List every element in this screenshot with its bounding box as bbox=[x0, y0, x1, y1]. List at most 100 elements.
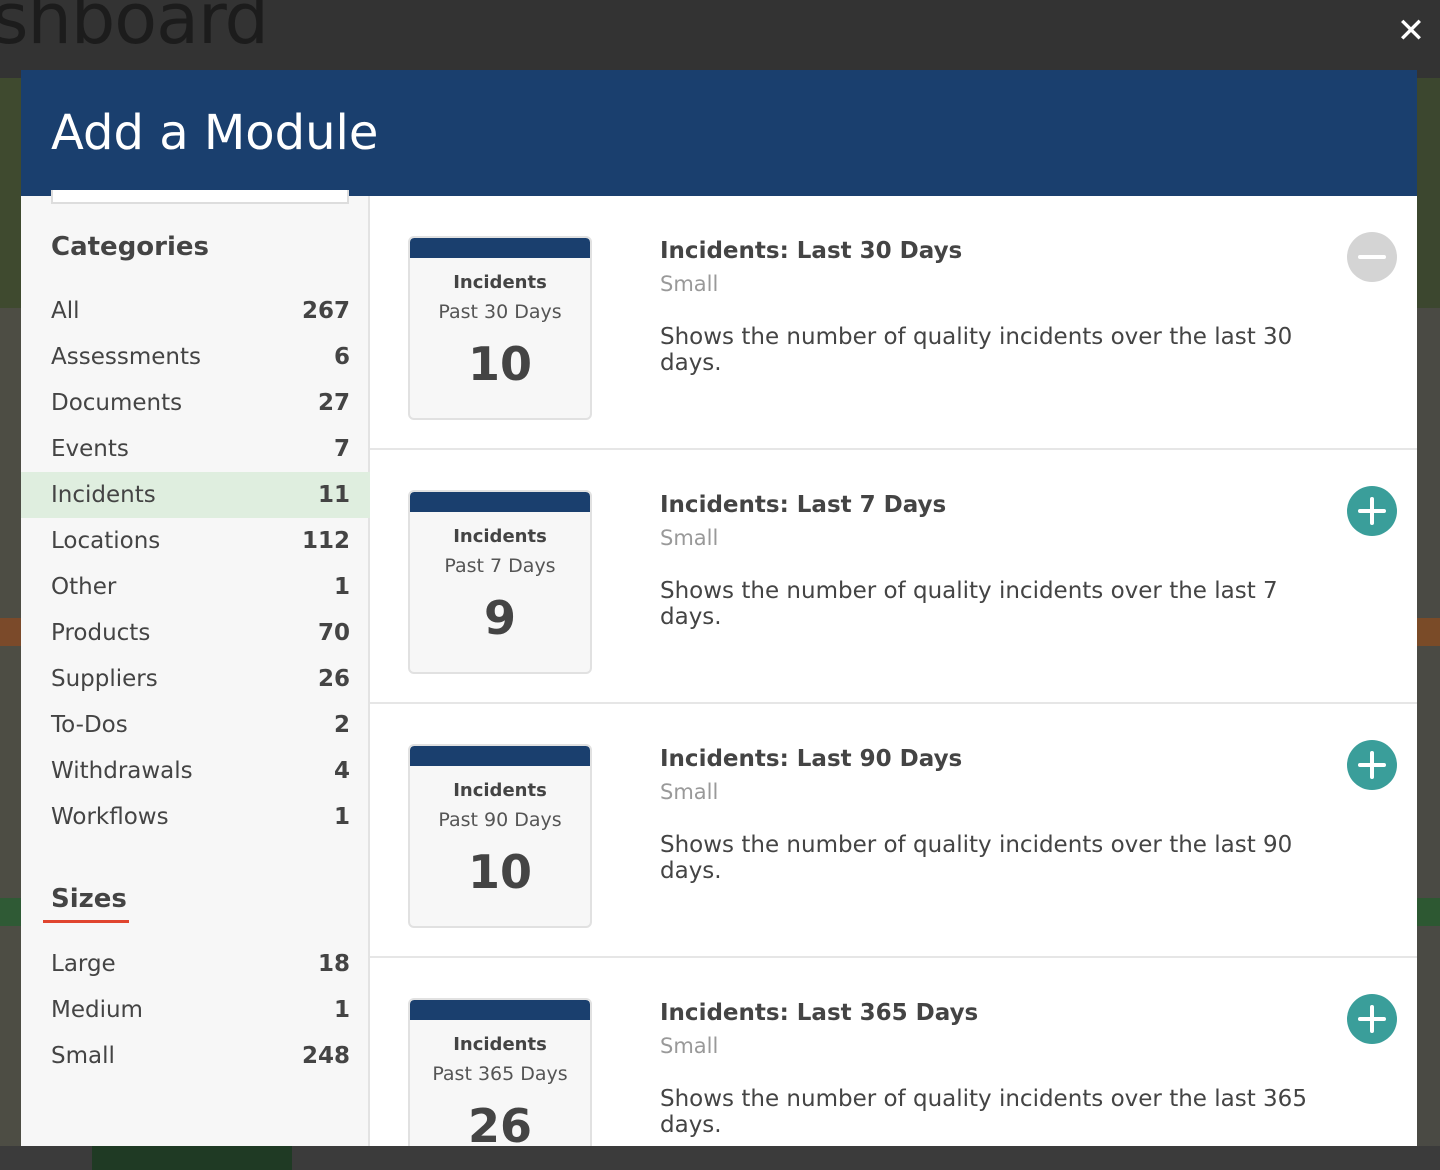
filter-label: To-Dos bbox=[51, 712, 128, 738]
category-item-events[interactable]: Events 7 bbox=[21, 426, 370, 472]
add-module-button[interactable] bbox=[1347, 994, 1397, 1044]
category-item-documents[interactable]: Documents 27 bbox=[21, 380, 370, 426]
filter-count: 27 bbox=[317, 390, 350, 416]
category-list: All 267 Assessments 6 Documents 27 Events 7 Inci… bbox=[21, 288, 370, 840]
module-size: Small bbox=[660, 526, 719, 550]
module-name: Incidents: Last 7 Days bbox=[660, 492, 947, 518]
filter-label: Products bbox=[51, 620, 151, 646]
preview-title: Incidents bbox=[453, 526, 547, 547]
preview-header-bar bbox=[410, 492, 590, 512]
filter-label: Suppliers bbox=[51, 666, 158, 692]
filter-label: All bbox=[51, 298, 80, 324]
preview-value: 10 bbox=[467, 337, 532, 391]
filter-count: 70 bbox=[317, 620, 350, 646]
category-item-suppliers[interactable]: Suppliers 26 bbox=[21, 656, 370, 702]
filter-label: Workflows bbox=[51, 804, 169, 830]
size-list: Large 18 Medium 1 Small 248 bbox=[21, 941, 370, 1079]
filter-count: 26 bbox=[317, 666, 350, 692]
background-right-strip bbox=[1417, 78, 1440, 1170]
module-description: Shows the number of quality incidents ov… bbox=[660, 578, 1278, 630]
filter-count: 18 bbox=[317, 951, 350, 977]
filter-count: 2 bbox=[333, 712, 350, 738]
module-size: Small bbox=[660, 780, 719, 804]
plus-icon-vertical bbox=[1370, 751, 1374, 779]
filter-count: 4 bbox=[333, 758, 350, 784]
preview-subtitle: Past 30 Days bbox=[438, 301, 562, 323]
preview-header-bar bbox=[410, 746, 590, 766]
filter-count: 1 bbox=[333, 574, 350, 600]
background-left-strip bbox=[0, 78, 21, 1170]
plus-icon-vertical bbox=[1370, 1005, 1374, 1033]
category-item-assessments[interactable]: Assessments 6 bbox=[21, 334, 370, 380]
size-item-large[interactable]: Large 18 bbox=[21, 941, 370, 987]
remove-module-button[interactable] bbox=[1347, 232, 1397, 282]
preview-title: Incidents bbox=[453, 780, 547, 801]
module-preview-card: Incidents Past 365 Days 26 bbox=[408, 998, 592, 1146]
filter-label: Large bbox=[51, 951, 116, 977]
add-module-button[interactable] bbox=[1347, 740, 1397, 790]
modal-body: Categories All 267 Assessments 6 Documents 27… bbox=[21, 190, 1417, 1146]
preview-header-bar bbox=[410, 238, 590, 258]
filter-label: Assessments bbox=[51, 344, 201, 370]
module-info: Incidents: Last 30 Days Small Shows the nu… bbox=[660, 238, 1337, 376]
module-name: Incidents: Last 365 Days bbox=[660, 1000, 979, 1026]
filter-count: 1 bbox=[333, 804, 350, 830]
preview-header-bar bbox=[410, 1000, 590, 1020]
module-description: Shows the number of quality incidents ov… bbox=[660, 832, 1293, 884]
category-item-products[interactable]: Products 70 bbox=[21, 610, 370, 656]
module-name: Incidents: Last 30 Days bbox=[660, 238, 963, 264]
size-item-small[interactable]: Small 248 bbox=[21, 1033, 370, 1079]
preview-value: 10 bbox=[467, 845, 532, 899]
filter-count: 6 bbox=[333, 344, 350, 370]
filter-count: 7 bbox=[333, 436, 350, 462]
close-icon[interactable]: ✕ bbox=[1394, 14, 1428, 48]
category-item-other[interactable]: Other 1 bbox=[21, 564, 370, 610]
filter-label: Other bbox=[51, 574, 117, 600]
filter-label: Incidents bbox=[51, 482, 156, 508]
module-preview-card: Incidents Past 30 Days 10 bbox=[408, 236, 592, 420]
module-description: Shows the number of quality incidents ov… bbox=[660, 1086, 1307, 1138]
modal-title: Add a Module bbox=[51, 105, 379, 161]
module-preview-card: Incidents Past 7 Days 9 bbox=[408, 490, 592, 674]
filter-count: 112 bbox=[301, 528, 350, 554]
size-item-medium[interactable]: Medium 1 bbox=[21, 987, 370, 1033]
category-item-withdrawals[interactable]: Withdrawals 4 bbox=[21, 748, 370, 794]
module-size: Small bbox=[660, 1034, 719, 1058]
filter-label: Medium bbox=[51, 997, 143, 1023]
preview-subtitle: Past 90 Days bbox=[438, 809, 562, 831]
preview-subtitle: Past 365 Days bbox=[432, 1063, 568, 1085]
category-item-to-dos[interactable]: To-Dos 2 bbox=[21, 702, 370, 748]
preview-value: 9 bbox=[483, 591, 516, 645]
sizes-heading: Sizes bbox=[51, 884, 127, 914]
module-description: Shows the number of quality incidents ov… bbox=[660, 324, 1293, 376]
module-preview-card: Incidents Past 90 Days 10 bbox=[408, 744, 592, 928]
module-name: Incidents: Last 90 Days bbox=[660, 746, 963, 772]
module-size: Small bbox=[660, 272, 719, 296]
module-row: Incidents Past 90 Days 10 Incidents: Last 9… bbox=[370, 704, 1417, 958]
filter-label: Withdrawals bbox=[51, 758, 193, 784]
background-bottom-strip bbox=[0, 1146, 1440, 1170]
filter-count: 248 bbox=[301, 1043, 350, 1069]
preview-title: Incidents bbox=[453, 272, 547, 293]
preview-value: 26 bbox=[467, 1099, 532, 1146]
sizes-heading-underline bbox=[43, 920, 129, 923]
filter-label: Documents bbox=[51, 390, 183, 416]
categories-heading: Categories bbox=[51, 232, 210, 262]
module-info: Incidents: Last 365 Days Small Shows the n… bbox=[660, 1000, 1337, 1138]
module-info: Incidents: Last 90 Days Small Shows the nu… bbox=[660, 746, 1337, 884]
module-info: Incidents: Last 7 Days Small Shows the num… bbox=[660, 492, 1337, 630]
plus-icon-vertical bbox=[1370, 497, 1374, 525]
filter-count: 267 bbox=[301, 298, 350, 324]
add-module-button[interactable] bbox=[1347, 486, 1397, 536]
filter-label: Locations bbox=[51, 528, 161, 554]
filter-count: 11 bbox=[317, 482, 350, 508]
background-page-title: shboard bbox=[0, 0, 269, 60]
category-item-workflows[interactable]: Workflows 1 bbox=[21, 794, 370, 840]
category-item-locations[interactable]: Locations 112 bbox=[21, 518, 370, 564]
filter-count: 1 bbox=[333, 997, 350, 1023]
module-row: Incidents Past 7 Days 9 Incidents: Last 7 D… bbox=[370, 450, 1417, 704]
category-item-all[interactable]: All 267 bbox=[21, 288, 370, 334]
category-item-incidents[interactable]: Incidents 11 bbox=[21, 472, 370, 518]
filter-sidebar: Categories All 267 Assessments 6 Documents 27… bbox=[21, 190, 370, 1146]
search-input[interactable] bbox=[51, 190, 349, 204]
